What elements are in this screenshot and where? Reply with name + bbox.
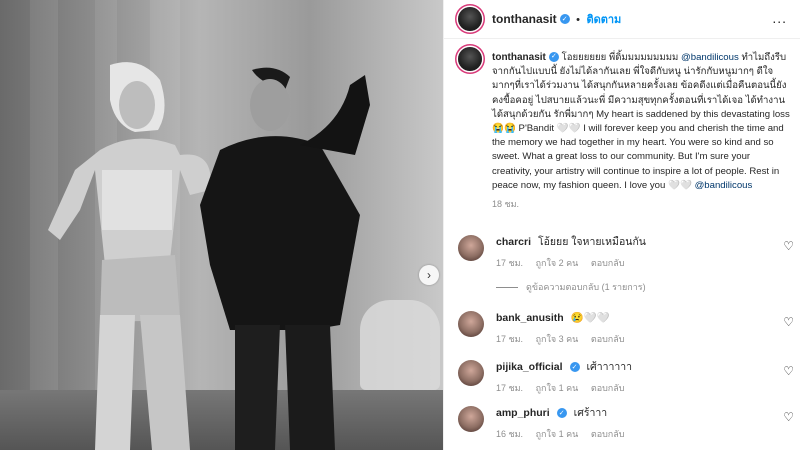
reply-button[interactable]: ตอบกลับ (591, 258, 625, 268)
verified-badge-icon: ✓ (569, 362, 580, 373)
comment-likes[interactable]: ถูกใจ 1 คน (536, 429, 579, 439)
caption-avatar[interactable] (458, 47, 482, 71)
caption-text: tonthanasit ✓ โอยยยยยย พี่ดิ้มมมมมมมมม @b… (492, 51, 792, 211)
commenter-avatar[interactable] (458, 235, 484, 261)
comment-time: 17 ชม. (496, 258, 524, 268)
post-side-panel: tonthanasit ✓ • ติดตาม ... tonthanasit ✓ โ… (443, 0, 800, 450)
comment-time: 17 ชม. (496, 334, 524, 344)
comment-meta: 17 ชม. ถูกใจ 2 คน ตอบกลับ (496, 256, 766, 271)
more-options-icon[interactable]: ... (772, 10, 787, 26)
post-header: tonthanasit ✓ • ติดตาม ... (444, 0, 800, 39)
comment-time: 17 ชม. (496, 383, 524, 393)
view-replies-button[interactable]: ดูข้อความตอบกลับ (1 รายการ) (496, 280, 646, 294)
caption-text-2: ทำไมถึงรีบจากกันไปแบบนี้ ยังไม่ได้ลากันเ… (492, 52, 790, 191)
heart-icon[interactable]: ♡ (783, 410, 794, 424)
comment-body: amp_phuri ✓ เศร้าาา 16 ชม. ถูกใจ 1 คน ตอบ… (496, 406, 766, 442)
mention-link[interactable]: @bandilicous (695, 180, 753, 191)
view-replies-label: ดูข้อความตอบกลับ (1 รายการ) (526, 282, 646, 292)
commenter-avatar[interactable] (458, 360, 484, 386)
next-photo-button[interactable]: › (419, 265, 439, 285)
heart-icon[interactable]: ♡ (783, 364, 794, 378)
comments-scroll-area[interactable]: tonthanasit ✓ โอยยยยยย พี่ดิ้มมมมมมมมม @b… (444, 39, 800, 450)
commenter-username[interactable]: bank_anusith (496, 312, 564, 324)
comment-time: 16 ชม. (496, 429, 524, 439)
commenter-username[interactable]: amp_phuri (496, 407, 550, 419)
header-user: tonthanasit ✓ • ติดตาม (492, 10, 621, 28)
mention-link[interactable]: @bandilicous (681, 52, 739, 63)
comment-body: pijika_official ✓ เศ้าาาาาา 17 ชม. ถูกใจ … (496, 360, 766, 396)
caption-text-1: โอยยยยยย พี่ดิ้มมมมมมมมม (561, 52, 679, 63)
author-avatar[interactable] (458, 7, 482, 31)
comment-text: เศร้าาา (573, 407, 608, 419)
caption-username[interactable]: tonthanasit (492, 52, 546, 63)
heart-icon[interactable]: ♡ (783, 315, 794, 329)
comment-body: charcri โอ้ยยย ใจหายเหมือนกัน 17 ชม. ถูก… (496, 235, 766, 271)
commenter-avatar[interactable] (458, 311, 484, 337)
separator-dot: • (576, 14, 580, 26)
verified-badge-icon: ✓ (559, 13, 570, 24)
comment-meta: 17 ชม. ถูกใจ 1 คน ตอบกลับ (496, 381, 766, 396)
comment-meta: 17 ชม. ถูกใจ 3 คน ตอบกลับ (496, 332, 766, 347)
person-right-figure (200, 67, 370, 450)
comment-text: 😢🤍🤍 (570, 312, 610, 324)
verified-badge-icon: ✓ (556, 408, 567, 419)
comment-likes[interactable]: ถูกใจ 3 คน (536, 334, 579, 344)
caption-time: 18 ชม. (492, 199, 520, 210)
heart-icon[interactable]: ♡ (783, 239, 794, 253)
comment-text: เศ้าาาาาา (586, 361, 633, 373)
reply-button[interactable]: ตอบกลับ (591, 334, 625, 344)
comment-likes[interactable]: ถูกใจ 2 คน (536, 258, 579, 268)
comment-text: โอ้ยยย ใจหายเหมือนกัน (537, 236, 646, 248)
chevron-right-icon: › (427, 268, 431, 282)
verified-badge-icon: ✓ (548, 52, 559, 63)
person-left-figure (48, 62, 211, 450)
comment-meta: 16 ชม. ถูกใจ 1 คน ตอบกลับ (496, 427, 766, 442)
commenter-username[interactable]: charcri (496, 236, 531, 248)
instagram-post-view: › tonthanasit ✓ • ติดตาม ... tonthanasit ✓… (0, 0, 800, 450)
comment-body: bank_anusith 😢🤍🤍 17 ชม. ถูกใจ 3 คน ตอบกล… (496, 311, 766, 347)
reply-button[interactable]: ตอบกลับ (591, 429, 625, 439)
follow-button[interactable]: ติดตาม (586, 14, 621, 26)
divider-line (496, 287, 518, 289)
reply-button[interactable]: ตอบกลับ (591, 383, 625, 393)
commenter-username[interactable]: pijika_official (496, 361, 563, 373)
post-photo[interactable]: › (0, 0, 443, 450)
commenter-avatar[interactable] (458, 406, 484, 432)
comment-likes[interactable]: ถูกใจ 1 คน (536, 383, 579, 393)
author-username[interactable]: tonthanasit (492, 12, 557, 26)
